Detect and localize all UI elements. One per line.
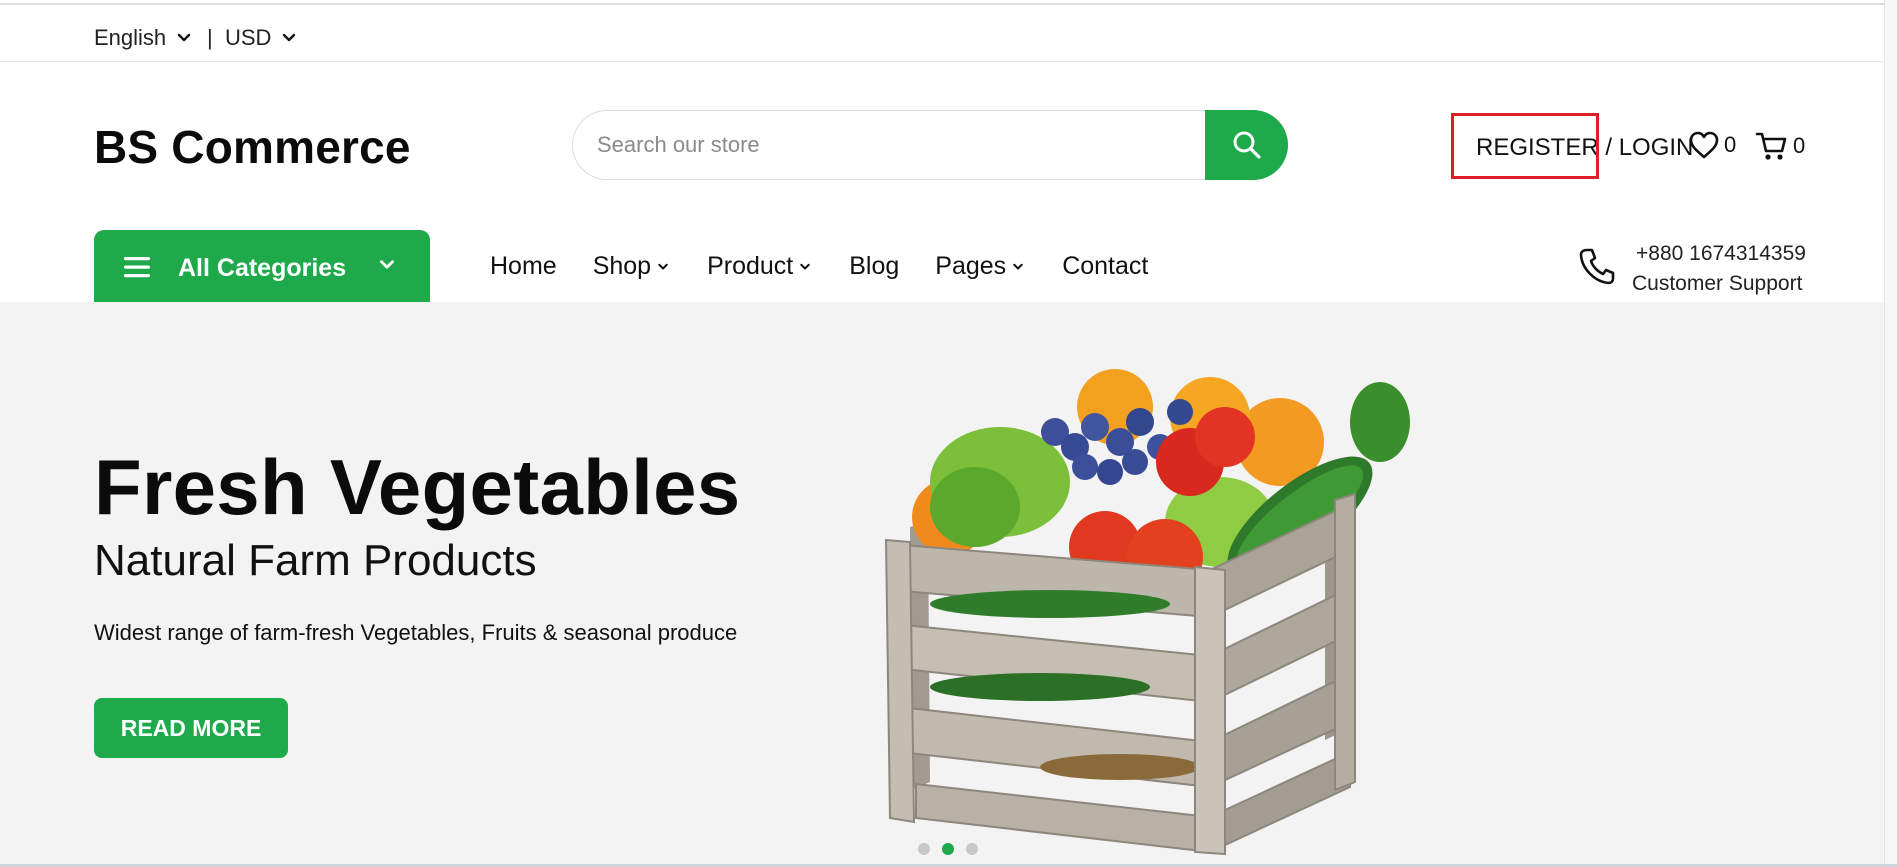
support-label: Customer Support xyxy=(1632,272,1803,295)
heart-icon xyxy=(1689,131,1719,159)
topbar-separator: | xyxy=(207,25,213,50)
nav-pages-label: Pages xyxy=(935,252,1007,280)
chevron-down-icon xyxy=(1013,263,1023,269)
cart-count: 0 xyxy=(1793,133,1806,158)
nav-contact-label: Contact xyxy=(1062,252,1149,280)
all-categories-label: All Categories xyxy=(178,254,347,282)
chevron-down-icon xyxy=(380,260,394,269)
currency-selector[interactable]: USD xyxy=(225,25,297,51)
register-login-link[interactable]: REGISTER / LOGIN xyxy=(1476,134,1693,162)
cart-icon xyxy=(1755,132,1787,160)
top-bar: English | USD xyxy=(0,5,1897,62)
site-logo[interactable]: BS Commerce xyxy=(94,120,411,174)
slider-dot[interactable] xyxy=(918,843,930,855)
search-button[interactable] xyxy=(1205,110,1288,180)
nav-contact[interactable]: Contact xyxy=(1062,252,1148,281)
hero-subtitle: Natural Farm Products xyxy=(94,536,537,585)
search-icon xyxy=(1233,131,1261,159)
hero-description: Widest range of farm-fresh Vegetables, F… xyxy=(94,620,738,645)
nav-product-label: Product xyxy=(707,252,794,280)
slider-dots xyxy=(918,843,978,855)
wishlist-button[interactable]: 0 xyxy=(1688,130,1736,160)
wishlist-count: 0 xyxy=(1724,132,1737,157)
language-label: English xyxy=(94,25,167,50)
cart-button[interactable]: 0 xyxy=(1755,130,1805,162)
nav-product[interactable]: Product xyxy=(707,252,811,281)
hero-slider: Fresh Vegetables Natural Farm Products W… xyxy=(0,302,1897,867)
nav-blog-label: Blog xyxy=(849,252,900,280)
phone-icon xyxy=(1579,248,1615,285)
nav-pages[interactable]: Pages xyxy=(935,252,1024,281)
scrollbar-track[interactable] xyxy=(1884,0,1897,867)
menu-icon xyxy=(124,257,150,278)
slider-dot[interactable] xyxy=(966,843,978,855)
main-nav: Home Shop Product Blog Pages Contact xyxy=(490,252,1184,281)
hero-title: Fresh Vegetables xyxy=(94,443,741,531)
read-more-button[interactable]: READ MORE xyxy=(94,698,288,758)
chevron-down-icon xyxy=(800,263,810,269)
chevron-down-icon xyxy=(658,263,668,269)
search-input[interactable] xyxy=(572,110,1212,180)
nav-shop[interactable]: Shop xyxy=(593,252,669,281)
slider-dot-active[interactable] xyxy=(942,843,954,855)
nav-shop-label: Shop xyxy=(592,252,652,280)
search-bar xyxy=(572,110,1288,182)
all-categories-button[interactable]: All Categories xyxy=(94,230,430,302)
support-phone: +880 1674314359 xyxy=(1636,242,1806,265)
chevron-down-icon xyxy=(177,33,191,42)
language-selector[interactable]: English xyxy=(94,25,192,51)
chevron-down-icon xyxy=(283,33,296,42)
nav-home[interactable]: Home xyxy=(490,252,557,281)
nav-home-label: Home xyxy=(490,252,557,280)
nav-blog[interactable]: Blog xyxy=(849,252,899,281)
currency-label: USD xyxy=(225,25,272,50)
vegetable-crate-image xyxy=(884,369,1410,856)
